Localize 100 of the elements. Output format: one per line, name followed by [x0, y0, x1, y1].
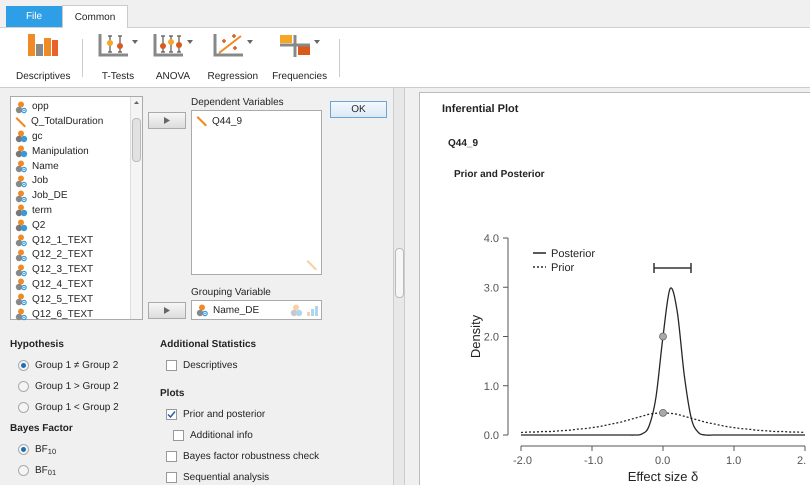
nominal-icon [15, 130, 28, 144]
y-tick-label: 2.0 [484, 332, 499, 344]
x-tick-label: 2. [797, 455, 806, 467]
play-icon [164, 117, 170, 124]
y-tick-label: 1.0 [484, 380, 499, 393]
section-title: Bayes Factor [10, 422, 74, 436]
nominal-text-icon [15, 248, 28, 262]
section-title: Plots [160, 387, 186, 401]
y-axis-title: Density [468, 314, 483, 358]
radio-label: Group 1 > Group 2 [35, 380, 119, 394]
legend-label: Prior [551, 262, 574, 274]
variable-item[interactable]: Q12_2_TEXT [32, 250, 94, 260]
legend-label: Posterior [551, 248, 596, 260]
error-bar-chart-icon [152, 32, 184, 58]
legend-line [533, 252, 546, 254]
scatter-line-icon [212, 32, 244, 58]
nominal-text-icon [196, 304, 209, 316]
variable-item[interactable]: Q12_5_TEXT [32, 294, 94, 305]
y-tick-label: 3.0 [484, 282, 499, 294]
radio-button[interactable] [18, 360, 29, 371]
density-point [659, 408, 667, 417]
variable-item[interactable]: Q12_4_TEXT [32, 280, 94, 290]
move-button[interactable] [148, 112, 186, 129]
radio-label: Group 1 ≠ Group 2 [35, 359, 118, 373]
variable-list[interactable]: opp Q_TotalDuration gc Manipulation Name Job Job_DE term Q2 Q12_1_TEXT Q12_2_TEXT Q12_3_TEXT Q12_4_TEXT Q12_5_TEXT Q12_6_TEXT [10, 96, 143, 320]
nominal-text-icon [15, 293, 28, 306]
x-tick-label: 1.0 [726, 455, 742, 467]
checkbox-label: Descriptives [183, 359, 238, 373]
variable-item[interactable]: Name [32, 162, 59, 172]
ribbon-button[interactable]: Regression [205, 32, 260, 84]
scroll-up-icon [134, 101, 139, 104]
variable-item[interactable]: Q2 [32, 220, 46, 231]
nominal-text-icon [15, 278, 28, 292]
splitter-scrollbar[interactable] [393, 88, 406, 485]
legend-line [533, 266, 546, 268]
scrollbar-thumb[interactable] [132, 118, 141, 162]
play-icon [164, 307, 170, 314]
checkbox[interactable] [166, 451, 177, 462]
checkbox-label: Additional info [190, 429, 253, 443]
ribbon-button[interactable]: T-Tests [95, 32, 140, 84]
checkbox-label: Prior and posterior [183, 408, 266, 422]
ruler-icon [196, 115, 208, 127]
ribbon-tab[interactable]: Common [62, 5, 128, 28]
radio-label: Group 1 < Group 2 [35, 401, 119, 415]
radio-button[interactable] [18, 381, 29, 392]
variable-heading: Q44_9 [448, 136, 480, 150]
ordinal-icon [307, 304, 318, 316]
dependent-variables-box[interactable]: Q44_9 [191, 110, 322, 275]
checkbox[interactable] [166, 409, 177, 420]
check-icon [167, 410, 176, 419]
nominal-text-icon [15, 100, 28, 114]
nominal-text-icon [15, 160, 28, 174]
nominal-icon [290, 304, 303, 316]
radio-label: BF$_{01}$ [35, 464, 56, 478]
variable-item[interactable]: Manipulation [32, 146, 89, 157]
nominal-text-icon [15, 190, 28, 203]
section-title: Hypothesis [10, 338, 65, 352]
bar-chart-icon [27, 32, 60, 58]
plot-title: Prior and Posterior [454, 168, 546, 182]
section-title: Additional Statistics [160, 338, 258, 352]
ribbon-button[interactable]: Descriptives [14, 32, 72, 84]
checkbox-label: Sequential analysis [183, 471, 270, 485]
y-tick-label: 4.0 [484, 233, 499, 245]
nominal-text-icon [15, 234, 28, 248]
nominal-icon [15, 145, 28, 158]
variable-item[interactable]: term [32, 206, 52, 216]
variable-item[interactable]: Q12_3_TEXT [32, 265, 94, 276]
radio-button[interactable] [18, 402, 29, 413]
scrollbar[interactable] [130, 97, 142, 319]
radio-label: BF$_{10}$ [35, 443, 56, 457]
checkbox[interactable] [166, 472, 177, 483]
variable-item[interactable]: Name_DE [213, 302, 260, 318]
nominal-text-icon [15, 264, 28, 277]
variable-item[interactable]: Q12_6_TEXT [32, 310, 94, 320]
x-tick-label: -2.0 [513, 455, 532, 467]
y-tick-label: 0.0 [484, 430, 499, 442]
variable-item[interactable]: opp [32, 102, 49, 112]
checkbox[interactable] [173, 430, 184, 441]
x-tick-label: 0.0 [655, 455, 670, 467]
density-point [659, 332, 667, 340]
ruler-icon [15, 116, 27, 128]
move-button[interactable] [148, 302, 186, 319]
grouping-variable-box[interactable]: Name_DE [191, 300, 322, 320]
ok-button[interactable]: OK [330, 101, 387, 118]
ribbon-button[interactable]: ANOVA [150, 32, 196, 84]
variable-item[interactable]: Job [32, 176, 48, 186]
variable-item[interactable]: Q_TotalDuration [31, 117, 104, 128]
credible-interval-bar [653, 262, 692, 274]
scrollbar-thumb[interactable] [394, 248, 404, 298]
variable-item[interactable]: Q44_9 [212, 114, 242, 128]
ruler-icon [306, 259, 318, 271]
variable-item[interactable]: Job_DE [32, 191, 68, 202]
radio-button[interactable] [18, 465, 29, 476]
variable-item[interactable]: Q12_1_TEXT [32, 236, 94, 246]
grouping-variable-label: Grouping Variable [191, 286, 272, 300]
ribbon-button[interactable]: Frequencies [270, 32, 330, 84]
radio-button[interactable] [18, 444, 29, 455]
nominal-icon [15, 219, 28, 232]
variable-item[interactable]: gc [32, 132, 43, 142]
checkbox[interactable] [166, 360, 177, 371]
